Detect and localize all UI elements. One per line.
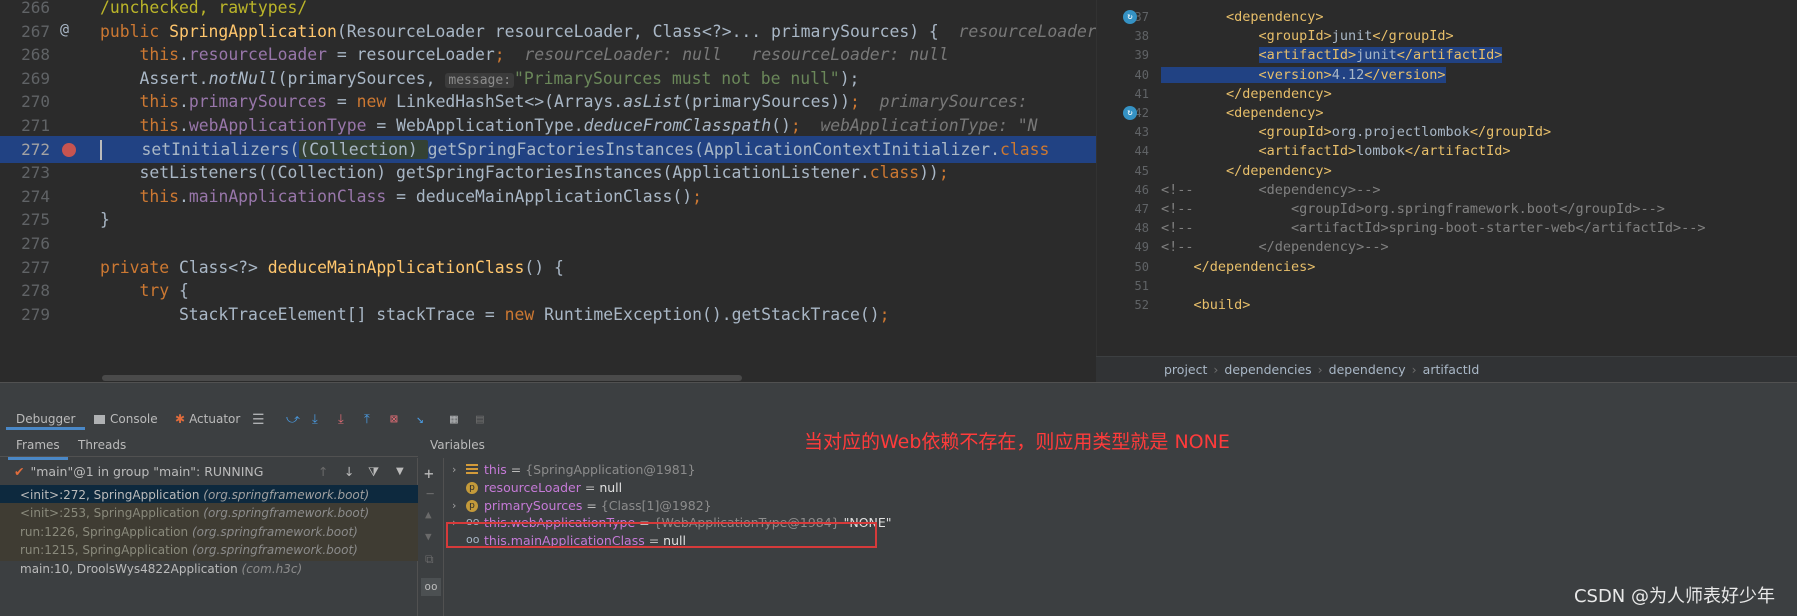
override-marker-icon[interactable]: @ (60, 20, 69, 38)
code-text: StackTraceElement[] stackTrace = new Run… (100, 304, 890, 324)
frame-method: <init>:272, SpringApplication (20, 488, 204, 502)
stack-frame[interactable]: main:10, DroolsWys4822Application (com.h… (0, 559, 418, 580)
object-icon (466, 464, 478, 476)
tab-threads[interactable]: Threads (70, 433, 134, 457)
code-line[interactable]: 279 StackTraceElement[] stackTrace = new… (0, 301, 1096, 328)
breadcrumb-separator: › (1411, 362, 1417, 377)
move-down-icon[interactable]: ▼ (425, 530, 432, 543)
check-icon: ✔ (14, 464, 25, 479)
breadcrumb-item[interactable]: dependencies (1224, 362, 1311, 377)
breadcrumb: project › dependencies › dependency › artifact… (1096, 356, 1797, 382)
breadcrumb-item[interactable]: project (1164, 362, 1207, 377)
frame-method: main:10, DroolsWys4822Application (20, 561, 242, 576)
code-text: <build> (1193, 297, 1251, 313)
actuator-icon: ✱ (175, 412, 186, 426)
debugger-panel: Debugger Console ✱ Actuator ☰ ⤻ ⤓ ⤓ ⤒ ⊠ ↘… (0, 382, 1797, 616)
line-number[interactable]: 52 (1097, 294, 1149, 316)
breadcrumb-separator: › (1317, 362, 1323, 377)
move-up-icon[interactable]: ▲ (425, 508, 432, 521)
xml-line[interactable]: 52 <build> (1097, 294, 1797, 316)
up-arrow-icon[interactable]: ↑ (318, 458, 328, 485)
run-to-cursor-icon[interactable]: ↘ (416, 412, 432, 428)
frame-package: (org.springframework.boot) (191, 543, 358, 558)
frame-method: run:1215, SpringApplication (20, 543, 192, 558)
tab-debugger-label: Debugger (16, 412, 76, 426)
glasses-icon[interactable]: oo (421, 578, 441, 596)
maven-dependency-icon[interactable]: ↻ (1123, 10, 1137, 24)
frame-method: run:1226, SpringApplication (20, 524, 192, 539)
frames-threads-tabs: Frames Threads (0, 433, 418, 460)
remove-watch-icon[interactable]: − (426, 486, 434, 502)
highlight-box (446, 522, 877, 548)
tab-actuator-label: Actuator (189, 412, 241, 426)
breadcrumb-item[interactable]: dependency (1329, 362, 1406, 377)
console-icon (94, 415, 105, 424)
variables-side-toolbar: + − ▲ ▼ ⧉ oo (418, 458, 444, 616)
add-watch-icon[interactable]: + (424, 464, 434, 483)
frame-method: <init>:253, SpringApplication (20, 506, 204, 521)
breadcrumb-item[interactable]: artifactId (1423, 362, 1480, 377)
breadcrumb-separator: › (1213, 362, 1219, 377)
evaluate-icon[interactable]: ▦ (450, 412, 466, 428)
step-into-icon[interactable]: ⤓ (312, 412, 328, 428)
frame-package: (org.springframework.boot) (203, 506, 370, 521)
frame-package: (org.springframework.boot) (203, 488, 370, 502)
force-step-into-icon[interactable]: ⤓ (338, 412, 354, 428)
watermark: CSDN @为人师表好少年 (1573, 586, 1775, 607)
frame-package: (org.springframework.boot) (191, 524, 358, 539)
step-over-icon[interactable]: ⤻ (286, 412, 302, 428)
down-arrow-icon[interactable]: ↓ (344, 458, 354, 485)
debugger-toolbar: Debugger Console ✱ Actuator ☰ ⤻ ⤓ ⤓ ⤒ ⊠ ↘… (0, 383, 1797, 433)
step-out-icon[interactable]: ⤒ (364, 412, 380, 428)
menu-icon[interactable]: ☰ (252, 412, 268, 428)
horizontal-scrollbar[interactable] (102, 375, 742, 381)
parameter-icon: p (466, 499, 478, 512)
tab-console[interactable]: Console (94, 408, 158, 430)
breakpoint-icon[interactable] (62, 142, 76, 157)
tab-actuator[interactable]: ✱ Actuator (175, 408, 240, 430)
editor-java[interactable]: 266/unchecked, rawtypes/267 @ public Sprin… (0, 0, 1096, 382)
thread-selector[interactable]: ✔ "main"@1 in group "main": RUNNING ↑ ↓ ⧩… (0, 458, 418, 485)
tab-console-label: Console (110, 412, 158, 426)
editor-pom-xml[interactable]: 37 ↻ <dependency> 38 <groupId>junit</group… (1096, 0, 1797, 356)
tab-debugger[interactable]: Debugger (6, 408, 86, 430)
frames-list[interactable]: ✔ "main"@1 in group "main": RUNNING ↑ ↓ ⧩… (0, 458, 418, 616)
chevron-down-icon[interactable]: ▼ (396, 458, 404, 485)
filter-icon[interactable]: ⧩ (368, 458, 379, 485)
thread-label: "main"@1 in group "main": RUNNING (30, 464, 264, 479)
frame-package: (com.h3c) (241, 561, 303, 576)
annotation-text: 当对应的Web依赖不存在，则应用类型就是 NONE (804, 431, 1230, 453)
line-number[interactable]: 279 (0, 301, 50, 328)
trace-icon[interactable]: ▤ (476, 412, 492, 428)
drop-frame-icon[interactable]: ⊠ (390, 412, 406, 428)
variables-title: Variables (430, 438, 485, 452)
tab-frames[interactable]: Frames (8, 433, 68, 460)
maven-dependency-icon[interactable]: ↻ (1123, 106, 1137, 120)
copy-icon[interactable]: ⧉ (425, 552, 434, 567)
parameter-icon: p (466, 481, 478, 494)
